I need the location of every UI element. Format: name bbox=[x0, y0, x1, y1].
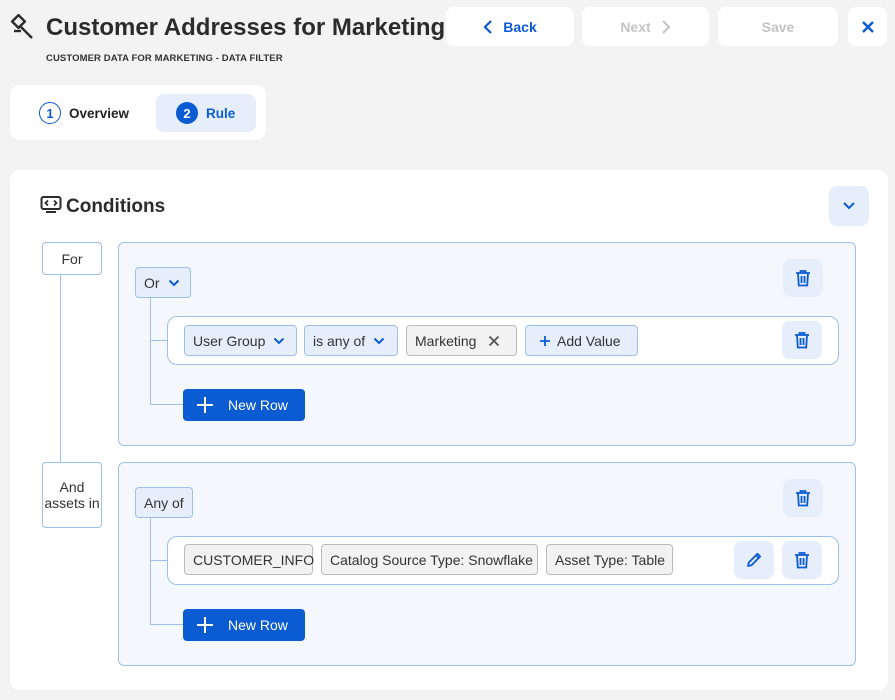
close-icon bbox=[861, 20, 874, 33]
step-navigator: 1 Overview 2 Rule bbox=[10, 85, 266, 140]
operator-dropdown-any-of[interactable]: Any of bbox=[135, 487, 193, 518]
tree-line bbox=[150, 298, 151, 404]
step-number: 2 bbox=[176, 102, 198, 124]
comparator-dropdown[interactable]: is any of bbox=[304, 325, 398, 356]
connector-line bbox=[60, 275, 61, 462]
close-button[interactable] bbox=[848, 7, 887, 46]
trash-icon bbox=[795, 552, 809, 569]
delete-row-button[interactable] bbox=[782, 321, 822, 359]
tree-line bbox=[150, 560, 167, 561]
value-chip-label: Marketing bbox=[415, 332, 477, 349]
conditions-title: Conditions bbox=[66, 196, 166, 217]
pencil-icon bbox=[747, 552, 762, 567]
new-row-button[interactable]: New Row bbox=[183, 609, 305, 641]
asset-chip: CUSTOMER_INFO bbox=[184, 544, 315, 575]
step-number: 1 bbox=[39, 102, 61, 124]
save-button-label: Save bbox=[761, 18, 795, 35]
chevron-down-icon bbox=[373, 337, 385, 344]
operator-label: Any of bbox=[144, 494, 184, 511]
chevron-down-icon bbox=[274, 337, 285, 344]
asset-chip-label: Catalog Source Type: Snowflake bbox=[330, 551, 533, 568]
chevron-left-icon bbox=[483, 19, 493, 34]
add-value-button[interactable]: Add Value bbox=[525, 325, 638, 356]
add-value-label: Add Value bbox=[557, 332, 621, 349]
new-row-button[interactable]: New Row bbox=[183, 389, 305, 421]
next-button[interactable]: Next bbox=[582, 7, 709, 46]
comparator-label: is any of bbox=[313, 332, 366, 349]
tree-line bbox=[150, 340, 167, 341]
trash-icon bbox=[796, 490, 810, 507]
page-title: Customer Addresses for Marketing bbox=[46, 14, 446, 41]
value-chip: Marketing bbox=[406, 325, 517, 356]
chevron-right-icon bbox=[661, 19, 671, 34]
new-row-label: New Row bbox=[228, 397, 288, 413]
trash-icon bbox=[795, 332, 809, 349]
asset-chip: Asset Type: Table bbox=[546, 544, 673, 575]
save-button[interactable]: Save bbox=[718, 7, 838, 46]
asset-chip-label: Asset Type: Table bbox=[555, 551, 665, 568]
asset-chip: Catalog Source Type: Snowflake bbox=[321, 544, 538, 575]
plus-icon bbox=[197, 397, 213, 413]
plus-icon bbox=[540, 335, 550, 346]
tree-line bbox=[150, 518, 151, 624]
edit-row-button[interactable] bbox=[734, 541, 774, 579]
back-button[interactable]: Back bbox=[446, 7, 574, 46]
delete-row-button[interactable] bbox=[782, 541, 822, 579]
new-row-label: New Row bbox=[228, 617, 288, 633]
operator-label: Or bbox=[144, 274, 160, 291]
next-button-label: Next bbox=[620, 18, 651, 35]
delete-block-button[interactable] bbox=[783, 479, 823, 517]
step-label: Rule bbox=[206, 105, 236, 121]
assets-in-label: And assets in bbox=[42, 462, 102, 528]
chevron-down-icon bbox=[168, 279, 179, 286]
chevron-down-icon bbox=[843, 202, 855, 210]
conditions-icon bbox=[40, 196, 62, 213]
tree-line bbox=[150, 624, 183, 625]
step-rule[interactable]: 2 Rule bbox=[156, 94, 256, 132]
operator-dropdown-or[interactable]: Or bbox=[135, 267, 191, 298]
for-label: For bbox=[42, 242, 102, 275]
asset-chip-label: CUSTOMER_INFO bbox=[193, 551, 315, 568]
delete-block-button[interactable] bbox=[783, 259, 823, 297]
tree-line bbox=[150, 404, 183, 405]
page-subtitle: CUSTOMER DATA FOR MARKETING - DATA FILTE… bbox=[46, 53, 283, 64]
back-button-label: Back bbox=[503, 18, 537, 35]
step-overview[interactable]: 1 Overview bbox=[29, 94, 159, 132]
step-label: Overview bbox=[69, 105, 130, 121]
field-label: User Group bbox=[193, 332, 266, 349]
trash-icon bbox=[796, 270, 810, 287]
field-dropdown[interactable]: User Group bbox=[184, 325, 297, 356]
collapse-button[interactable] bbox=[829, 186, 869, 226]
app-icon bbox=[10, 14, 33, 39]
plus-icon bbox=[197, 617, 213, 633]
close-icon[interactable] bbox=[488, 335, 500, 347]
